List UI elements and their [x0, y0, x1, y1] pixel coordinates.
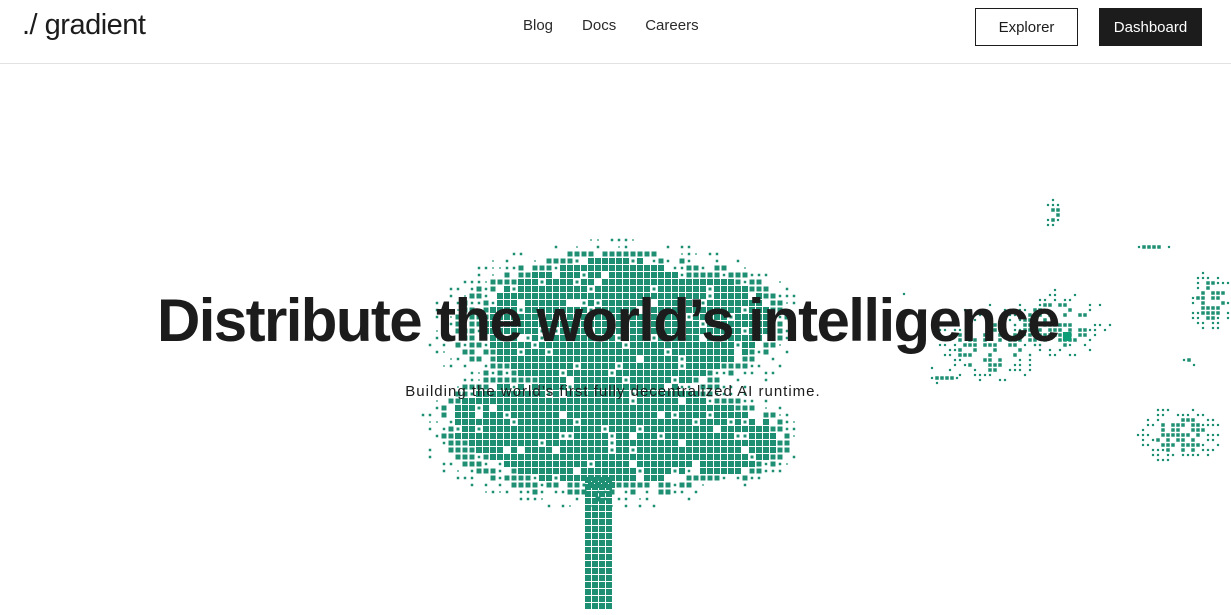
landing-page: ./ gradient Blog Docs Careers Explorer D…: [0, 0, 1231, 615]
logo-link[interactable]: ./ gradient: [22, 9, 146, 42]
dashboard-button[interactable]: Dashboard: [1099, 8, 1202, 46]
nav-docs-link[interactable]: Docs: [582, 17, 616, 35]
nav-careers-link[interactable]: Careers: [645, 17, 698, 35]
explorer-button[interactable]: Explorer: [975, 8, 1078, 46]
hero-subtitle: Building the world’s first fully decentr…: [405, 383, 821, 400]
hero-title-accent-dot: .: [1058, 287, 1076, 354]
main-nav: Blog Docs Careers: [523, 17, 699, 35]
hero-title: Distribute the world’s intelligence.: [0, 283, 1231, 359]
nav-blog-link[interactable]: Blog: [523, 17, 553, 35]
site-header: ./ gradient Blog Docs Careers Explorer D…: [0, 0, 1231, 64]
hero-title-text: Distribute the world’s intelligence: [157, 287, 1061, 354]
